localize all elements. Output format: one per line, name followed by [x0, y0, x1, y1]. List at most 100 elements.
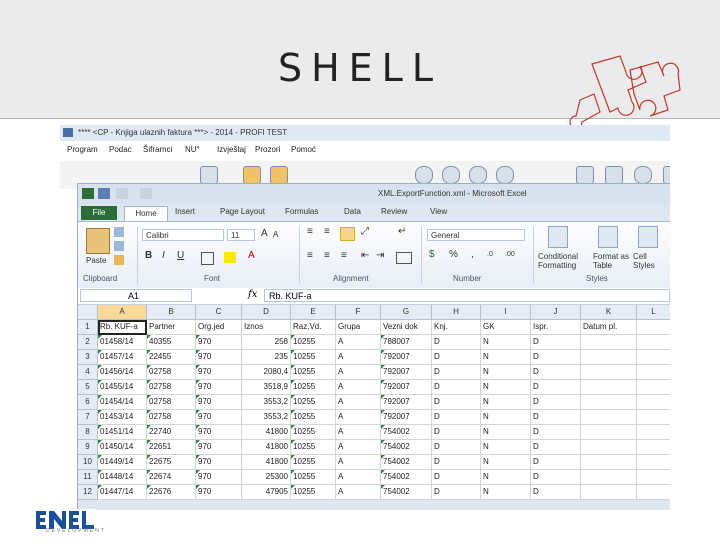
- cell[interactable]: D: [432, 455, 481, 470]
- number-format-dropdown[interactable]: General: [427, 229, 525, 241]
- cell[interactable]: 970: [196, 455, 242, 470]
- next-record-icon[interactable]: [469, 166, 487, 184]
- column-header[interactable]: J: [531, 305, 581, 320]
- previous-record-icon[interactable]: [442, 166, 460, 184]
- cell[interactable]: 754002: [381, 440, 432, 455]
- cell[interactable]: A: [336, 395, 381, 410]
- tab-view[interactable]: View: [430, 207, 447, 216]
- cell[interactable]: N: [481, 350, 531, 365]
- cell[interactable]: N: [481, 485, 531, 500]
- cell[interactable]: D: [432, 380, 481, 395]
- cell[interactable]: D: [531, 485, 581, 500]
- cell[interactable]: 22455: [147, 350, 196, 365]
- cell[interactable]: [581, 470, 637, 485]
- cell[interactable]: Partner: [147, 320, 196, 335]
- name-box[interactable]: A1: [80, 289, 192, 302]
- row-header[interactable]: 12: [78, 485, 98, 500]
- menu-item-podaci[interactable]: Podac: [109, 145, 132, 154]
- column-header[interactable]: L: [637, 305, 670, 320]
- cell[interactable]: 792007: [381, 410, 432, 425]
- cell[interactable]: 01448/14: [98, 470, 147, 485]
- cell[interactable]: [581, 440, 637, 455]
- column-header[interactable]: E: [291, 305, 336, 320]
- cell[interactable]: D: [432, 425, 481, 440]
- conditional-formatting-icon[interactable]: [548, 226, 568, 248]
- row-header[interactable]: 6: [78, 395, 98, 410]
- insert-function-icon[interactable]: fx: [248, 289, 257, 300]
- font-size-dropdown[interactable]: 11: [227, 229, 255, 241]
- cell[interactable]: A: [336, 380, 381, 395]
- cell[interactable]: 10255: [291, 350, 336, 365]
- column-header[interactable]: F: [336, 305, 381, 320]
- cell[interactable]: GK: [481, 320, 531, 335]
- cell[interactable]: [581, 350, 637, 365]
- align-left-icon[interactable]: ≡: [307, 250, 313, 261]
- column-header[interactable]: C: [196, 305, 242, 320]
- cell[interactable]: 792007: [381, 380, 432, 395]
- row-header[interactable]: 7: [78, 410, 98, 425]
- cell[interactable]: D: [531, 410, 581, 425]
- cell[interactable]: 970: [196, 395, 242, 410]
- cell[interactable]: 01450/14: [98, 440, 147, 455]
- increase-decimal-icon[interactable]: .0: [487, 251, 493, 258]
- report-icon[interactable]: [200, 166, 218, 184]
- cell[interactable]: 01457/14: [98, 350, 147, 365]
- cell[interactable]: 02758: [147, 410, 196, 425]
- menu-item-sifrarnici[interactable]: Šifrarnci: [143, 145, 172, 154]
- increase-indent-icon[interactable]: ⇥: [376, 250, 384, 261]
- cell[interactable]: D: [531, 455, 581, 470]
- cell[interactable]: A: [336, 410, 381, 425]
- cell[interactable]: D: [432, 350, 481, 365]
- cell[interactable]: D: [432, 470, 481, 485]
- bold-icon[interactable]: B: [145, 250, 152, 261]
- column-header[interactable]: A: [98, 305, 147, 320]
- cell[interactable]: 01458/14: [98, 335, 147, 350]
- orientation-icon[interactable]: ⤢: [361, 226, 369, 237]
- cell[interactable]: A: [336, 350, 381, 365]
- cell[interactable]: 41800: [242, 425, 291, 440]
- cell[interactable]: [581, 395, 637, 410]
- cell[interactable]: 40355: [147, 335, 196, 350]
- font-color-icon[interactable]: A: [248, 250, 255, 261]
- accounting-format-icon[interactable]: $: [429, 249, 435, 260]
- cell[interactable]: A: [336, 485, 381, 500]
- tab-formulas[interactable]: Formulas: [285, 207, 318, 216]
- cell[interactable]: A: [336, 455, 381, 470]
- cell[interactable]: 01451/14: [98, 425, 147, 440]
- italic-icon[interactable]: I: [162, 250, 165, 261]
- cell[interactable]: 10255: [291, 470, 336, 485]
- cell[interactable]: [637, 455, 670, 470]
- cell[interactable]: N: [481, 470, 531, 485]
- cell[interactable]: N: [481, 395, 531, 410]
- cell[interactable]: 258: [242, 335, 291, 350]
- cell[interactable]: 970: [196, 440, 242, 455]
- cell[interactable]: 01454/14: [98, 395, 147, 410]
- cell[interactable]: Org.jed: [196, 320, 242, 335]
- cell[interactable]: 788007: [381, 335, 432, 350]
- cell[interactable]: D: [432, 440, 481, 455]
- percent-icon[interactable]: %: [449, 249, 458, 260]
- cell[interactable]: Iznos: [242, 320, 291, 335]
- cell[interactable]: D: [531, 350, 581, 365]
- decrease-indent-icon[interactable]: ⇤: [361, 250, 369, 261]
- cell[interactable]: 754002: [381, 455, 432, 470]
- cell[interactable]: 970: [196, 380, 242, 395]
- cell[interactable]: A: [336, 425, 381, 440]
- cell[interactable]: N: [481, 380, 531, 395]
- cell[interactable]: D: [531, 395, 581, 410]
- cell[interactable]: [581, 455, 637, 470]
- row-header[interactable]: 9: [78, 440, 98, 455]
- menu-item-nu[interactable]: NU°: [185, 145, 200, 154]
- cell[interactable]: [581, 380, 637, 395]
- cell[interactable]: 02758: [147, 365, 196, 380]
- row-header[interactable]: 1: [78, 320, 98, 335]
- cell[interactable]: [637, 365, 670, 380]
- cell[interactable]: [581, 410, 637, 425]
- cell[interactable]: 10255: [291, 410, 336, 425]
- column-header[interactable]: I: [481, 305, 531, 320]
- format-as-table-icon[interactable]: [598, 226, 618, 248]
- cell[interactable]: A: [336, 335, 381, 350]
- align-top-icon[interactable]: ≡: [307, 226, 313, 237]
- cell[interactable]: 970: [196, 365, 242, 380]
- menu-item-program[interactable]: Program: [67, 145, 98, 154]
